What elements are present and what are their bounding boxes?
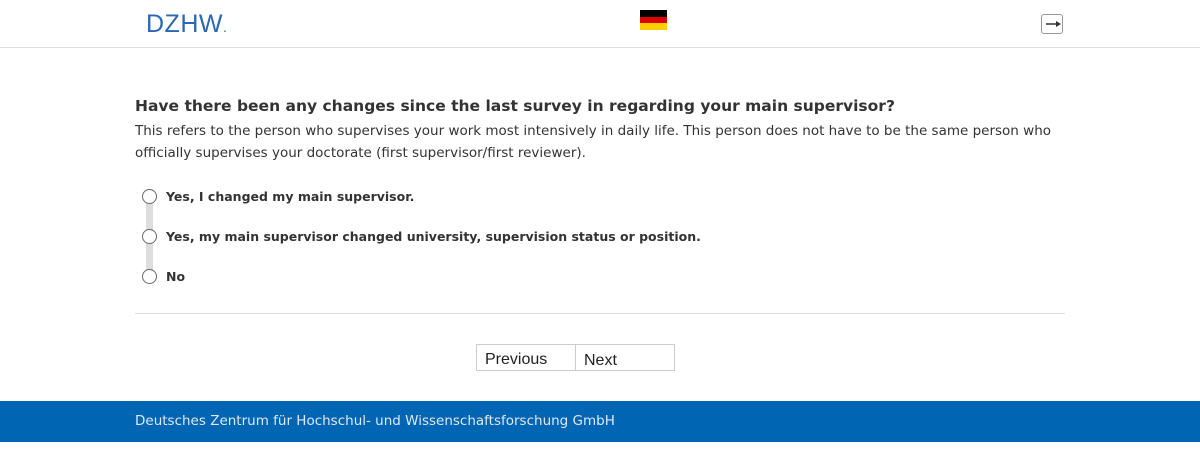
option-label[interactable]: Yes, I changed my main supervisor.	[166, 189, 414, 204]
radio-button[interactable]	[142, 229, 157, 244]
option-label[interactable]: Yes, my main supervisor changed universi…	[166, 229, 701, 244]
radio-button[interactable]	[142, 269, 157, 284]
logout-button[interactable]	[1041, 14, 1063, 34]
dzhw-logo[interactable]: DZHW.	[146, 10, 227, 41]
german-flag-icon[interactable]	[640, 10, 667, 30]
next-button[interactable]: Next	[575, 344, 675, 371]
logout-icon	[1046, 21, 1061, 27]
radio-button[interactable]	[142, 189, 157, 204]
previous-button[interactable]: Previous	[476, 344, 576, 371]
footer: Deutsches Zentrum für Hochschul- und Wis…	[0, 401, 1200, 442]
divider	[135, 313, 1065, 314]
question-description: This refers to the person who supervises…	[135, 123, 1052, 161]
question-title: Have there been any changes since the la…	[135, 97, 895, 115]
logo-text: DZHW	[146, 10, 223, 38]
footer-text: Deutsches Zentrum für Hochschul- und Wis…	[135, 413, 615, 429]
option-label[interactable]: No	[166, 269, 185, 284]
logo-suffix: .	[222, 19, 228, 35]
header: DZHW.	[0, 0, 1200, 48]
